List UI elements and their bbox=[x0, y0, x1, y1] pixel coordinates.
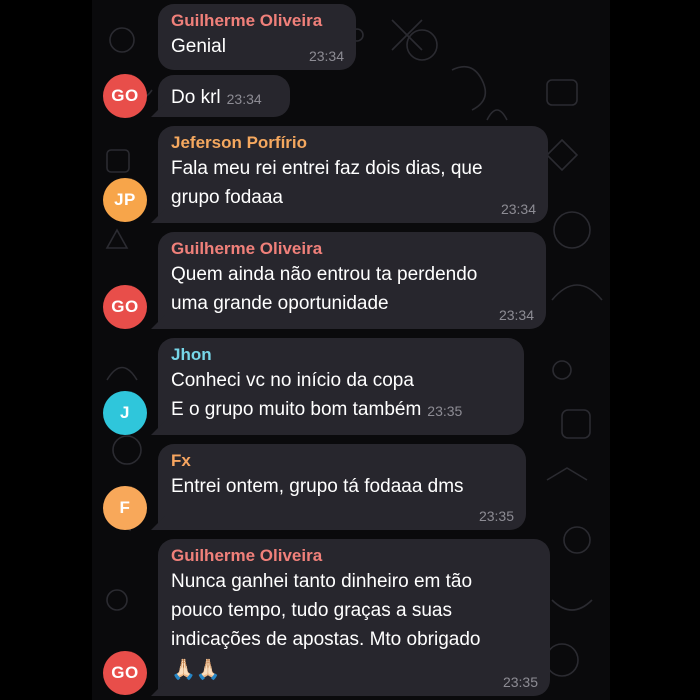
message-bubble[interactable]: Do krl 23:34 bbox=[158, 75, 290, 117]
message-line: E o grupo muito bom também bbox=[171, 399, 422, 420]
message-time: 23:34 bbox=[226, 91, 262, 107]
avatar-initials: J bbox=[120, 403, 130, 422]
avatar-initials: GO bbox=[111, 663, 139, 682]
message-text: Quem ainda não entrou ta perdendo bbox=[171, 264, 478, 285]
message-time: 23:34 bbox=[500, 201, 536, 217]
message-bubble[interactable]: Guilherme Oliveira Nunca ganhei tanto di… bbox=[158, 539, 550, 696]
avatar[interactable]: JP bbox=[103, 178, 147, 222]
message-text: E o grupo muito bom também 23:35 bbox=[171, 395, 510, 424]
message-time: 23:34 bbox=[498, 307, 534, 323]
message-text: grupo fodaaa bbox=[171, 187, 283, 208]
message-text: pouco tempo, tudo graças a suas bbox=[171, 600, 452, 621]
message-time: 23:35 bbox=[478, 508, 514, 524]
avatar-initials: JP bbox=[114, 190, 136, 209]
message-time: 23:35 bbox=[502, 674, 538, 690]
avatar[interactable]: GO bbox=[103, 285, 147, 329]
message-bubble[interactable]: Guilherme Oliveira Genial 23:34 bbox=[158, 4, 356, 70]
sender-name: Jhon bbox=[171, 345, 212, 364]
message-text: Nunca ganhei tanto dinheiro em tão bbox=[171, 571, 473, 592]
sender-name: Guilherme Oliveira bbox=[171, 239, 323, 258]
message-bubble[interactable]: Jeferson Porfírio Fala meu rei entrei fa… bbox=[158, 126, 548, 223]
message-bubble[interactable]: Fx Entrei ontem, grupo tá fodaaa dms 23:… bbox=[158, 444, 526, 530]
sender-name: Guilherme Oliveira bbox=[171, 546, 323, 565]
avatar-initials: GO bbox=[111, 297, 139, 316]
sender-name: Fx bbox=[171, 451, 191, 470]
sender-name: Guilherme Oliveira bbox=[171, 11, 323, 30]
avatar[interactable]: F bbox=[103, 486, 147, 530]
sender-name: Jeferson Porfírio bbox=[171, 133, 308, 152]
message-text: indicações de apostas. Mto obrigado bbox=[171, 629, 481, 650]
avatar-initials: F bbox=[119, 498, 131, 517]
avatar[interactable]: GO bbox=[103, 651, 147, 695]
avatar-initials: GO bbox=[111, 86, 139, 105]
avatar[interactable]: GO bbox=[103, 74, 147, 118]
message-text: Conheci vc no início da copa bbox=[171, 370, 414, 391]
message-bubble[interactable]: Guilherme Oliveira Quem ainda não entrou… bbox=[158, 232, 546, 329]
message-text: Entrei ontem, grupo tá fodaaa dms bbox=[171, 476, 464, 497]
message-text: Fala meu rei entrei faz dois dias, que bbox=[171, 158, 483, 179]
message-time: 23:35 bbox=[427, 403, 463, 419]
emoji-text: 🙏🏻🙏🏻 bbox=[171, 658, 221, 681]
praying-hands-emoji: 🙏🏻🙏🏻 bbox=[171, 654, 536, 684]
avatar[interactable]: J bbox=[103, 391, 147, 435]
message-time: 23:34 bbox=[308, 48, 344, 64]
message-text: uma grande oportunidade bbox=[171, 293, 389, 314]
message-bubble[interactable]: Jhon Conheci vc no início da copa E o gr… bbox=[158, 338, 524, 435]
message-text: Do krl bbox=[171, 87, 221, 108]
